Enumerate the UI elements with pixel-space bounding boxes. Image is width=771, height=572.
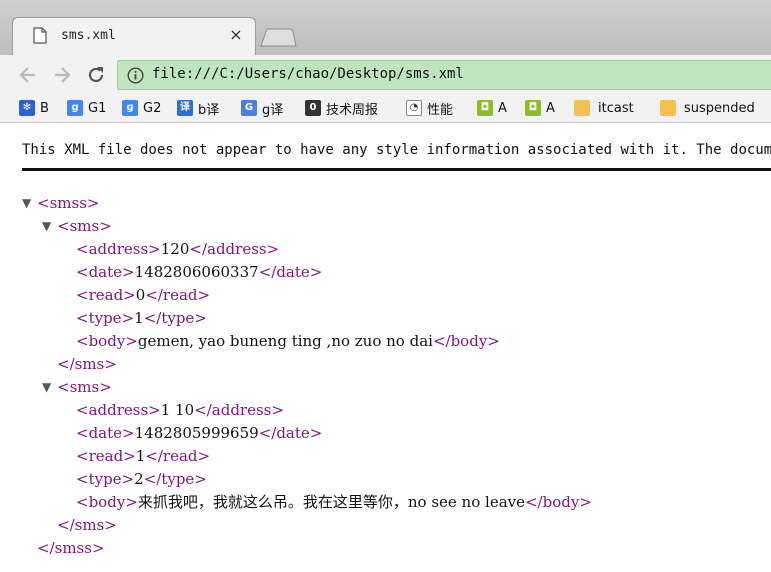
collapse-toggle-icon[interactable]: ▼ [42,376,51,399]
bookmark-folder-suspended[interactable]: suspended [660,98,755,118]
xml-field-body: <body>gemen, yao buneng ting ,no zuo no … [76,332,500,350]
android-icon: ◘ [477,100,493,116]
bookmark-b-translate[interactable]: 译 b译 [177,98,219,118]
tab-title: sms.xml [61,28,116,43]
back-arrow-icon[interactable] [17,64,39,86]
xml-viewer: This XML file does not appear to have an… [0,124,771,572]
url-text[interactable]: file:///C:/Users/chao/Desktop/sms.xml [152,66,464,82]
bookmark-android-1[interactable]: ◘ A [477,98,507,118]
xml-field-type: <type>1</type> [76,309,207,327]
notice-divider [22,168,771,171]
xml-field-read: <read>0</read> [76,286,211,304]
forward-arrow-icon[interactable] [51,64,73,86]
reload-icon[interactable] [85,64,107,86]
bookmark-b[interactable]: ✻ B [19,98,49,118]
xml-root-close: </smss> [37,539,105,557]
navigation-toolbar: file:///C:/Users/chao/Desktop/sms.xml [0,55,771,93]
collapse-toggle-icon[interactable]: ▼ [42,215,51,238]
xml-sms-close: </sms> [57,516,117,534]
xml-field-address: <address>1 10</address> [76,401,284,419]
tab-strip: sms.xml × [0,0,771,55]
xml-sms-open: <sms> [57,217,112,235]
android-icon: ◘ [525,100,541,116]
bookmark-g1[interactable]: g G1 [67,98,106,118]
google-g-icon: g [122,100,138,116]
document-icon [33,27,47,44]
xml-style-notice: This XML file does not appear to have an… [22,142,771,158]
xml-field-type: <type>2</type> [76,470,207,488]
xml-field-body: <body>来抓我吧，我就这么吊。我在这里等你，no see no leave<… [76,493,592,511]
bookmark-folder-itcast[interactable]: itcast [574,98,634,118]
folder-icon [660,100,676,116]
xml-field-address: <address>120</address> [76,240,280,258]
xml-root-open: <smss> [37,194,100,212]
google-translate-icon: G [241,100,257,116]
address-bar[interactable]: file:///C:/Users/chao/Desktop/sms.xml [117,60,771,90]
bookmark-weekly[interactable]: 0 技术周报 [305,98,378,118]
xml-field-date: <date>1482806060337</date> [76,263,323,281]
google-g-icon: g [67,100,83,116]
baidu-paw-icon: ✻ [19,100,35,116]
info-icon[interactable] [127,67,144,84]
bookmark-g-translate[interactable]: G g译 [241,98,283,118]
bookmark-g2[interactable]: g G2 [122,98,161,118]
weekly-icon: 0 [305,100,321,116]
collapse-toggle-icon[interactable]: ▼ [22,192,31,215]
new-tab-button[interactable] [258,27,298,47]
active-tab[interactable]: sms.xml × [12,17,256,55]
tab-close-icon[interactable]: × [227,26,245,44]
xml-field-read: <read>1</read> [76,447,211,465]
bookmarks-bar: ✻ B g G1 g G2 译 b译 G g译 0 技术周报 ◔ 性能 ◘ A … [0,93,771,123]
bookmark-android-2[interactable]: ◘ A [525,98,555,118]
bookmark-performance[interactable]: ◔ 性能 [406,98,453,118]
performance-icon: ◔ [406,100,422,116]
xml-field-date: <date>1482805999659</date> [76,424,323,442]
folder-icon [574,100,590,116]
baidu-translate-icon: 译 [177,100,193,116]
xml-sms-close: </sms> [57,355,117,373]
xml-sms-open: <sms> [57,378,112,396]
